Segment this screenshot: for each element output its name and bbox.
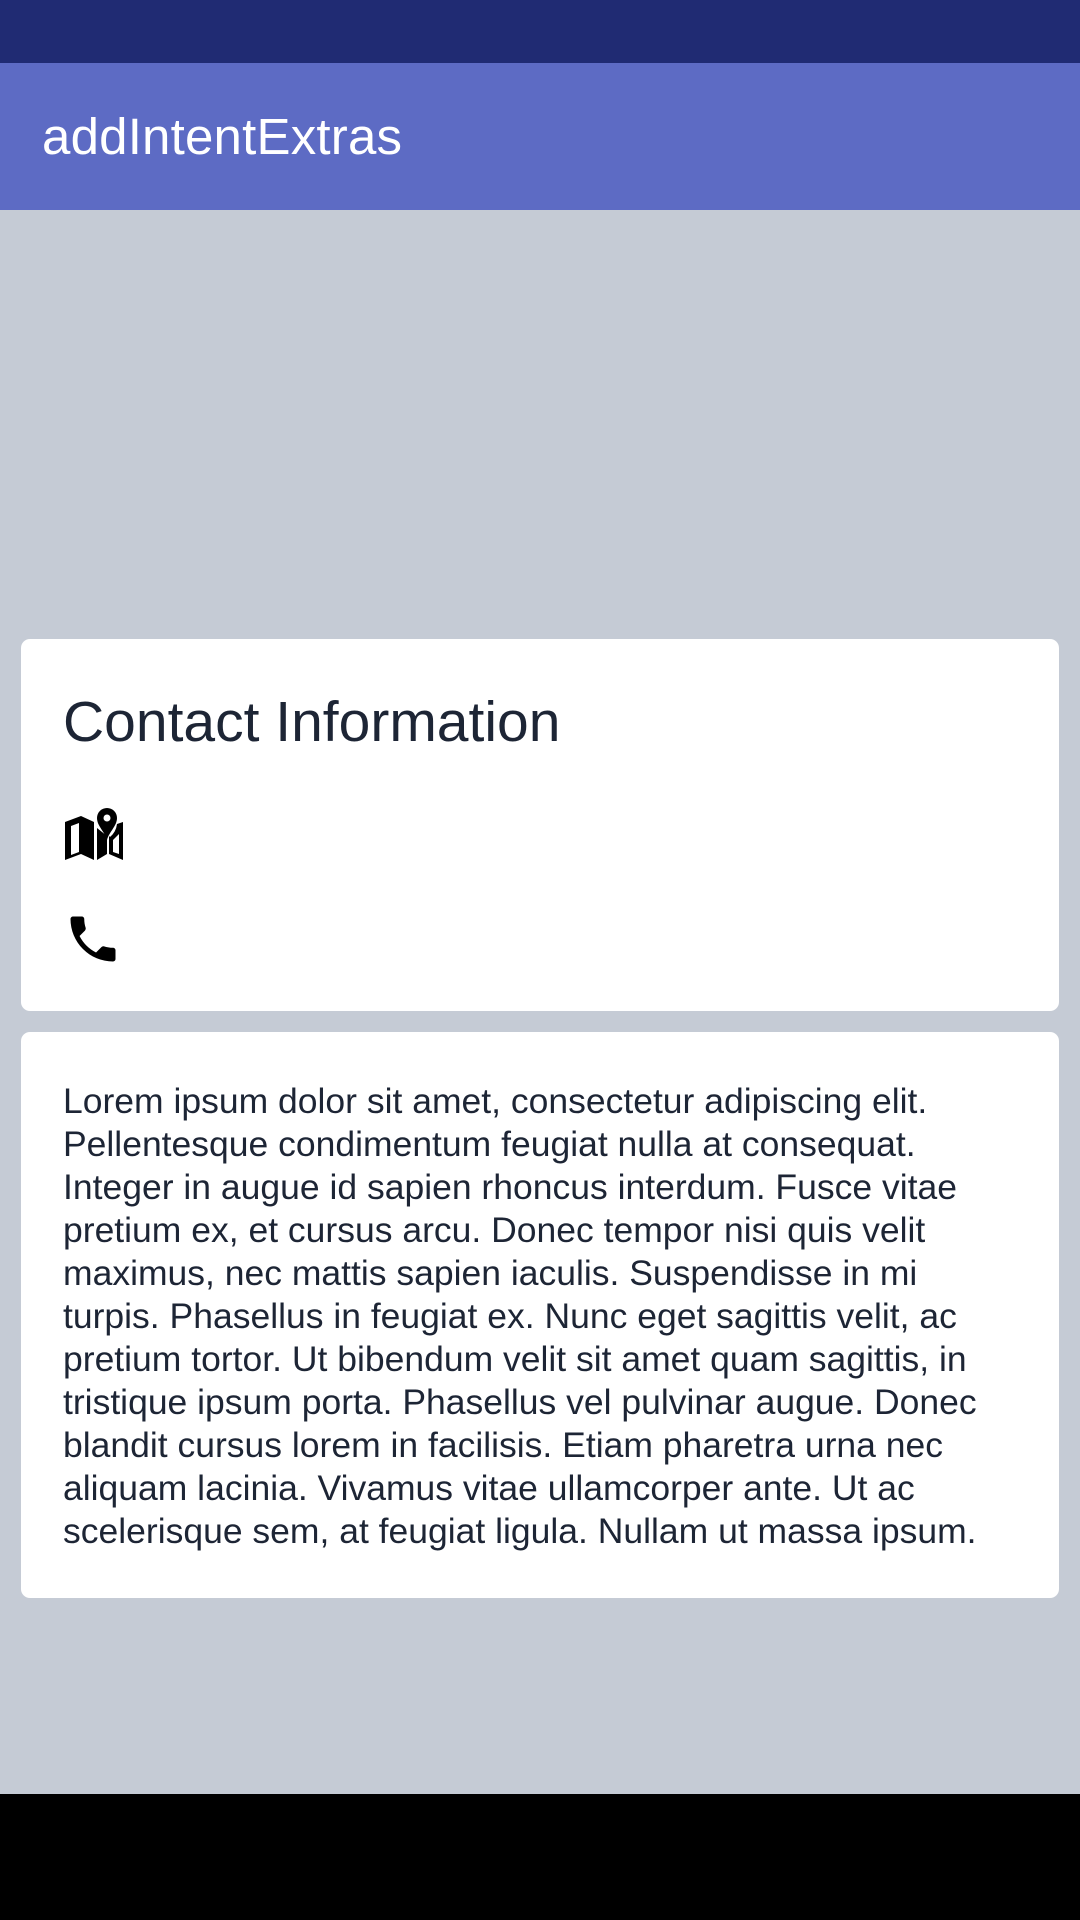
- phone-row[interactable]: [63, 907, 127, 971]
- navigation-bar: [0, 1794, 1080, 1920]
- content-area: Contact Information Lorem ipsum dolor si…: [0, 210, 1080, 1794]
- map-row[interactable]: [63, 803, 127, 867]
- description-card: Lorem ipsum dolor sit amet, consectetur …: [21, 1032, 1059, 1598]
- description-text: Lorem ipsum dolor sit amet, consectetur …: [63, 1081, 977, 1551]
- map-icon[interactable]: [63, 806, 125, 864]
- contact-card-title: Contact Information: [63, 690, 561, 754]
- app-bar: addIntentExtras: [0, 63, 1080, 210]
- status-bar: [0, 0, 1080, 63]
- phone-icon[interactable]: [63, 909, 123, 969]
- contact-card: Contact Information: [21, 639, 1059, 1011]
- app-title: addIntentExtras: [42, 108, 403, 165]
